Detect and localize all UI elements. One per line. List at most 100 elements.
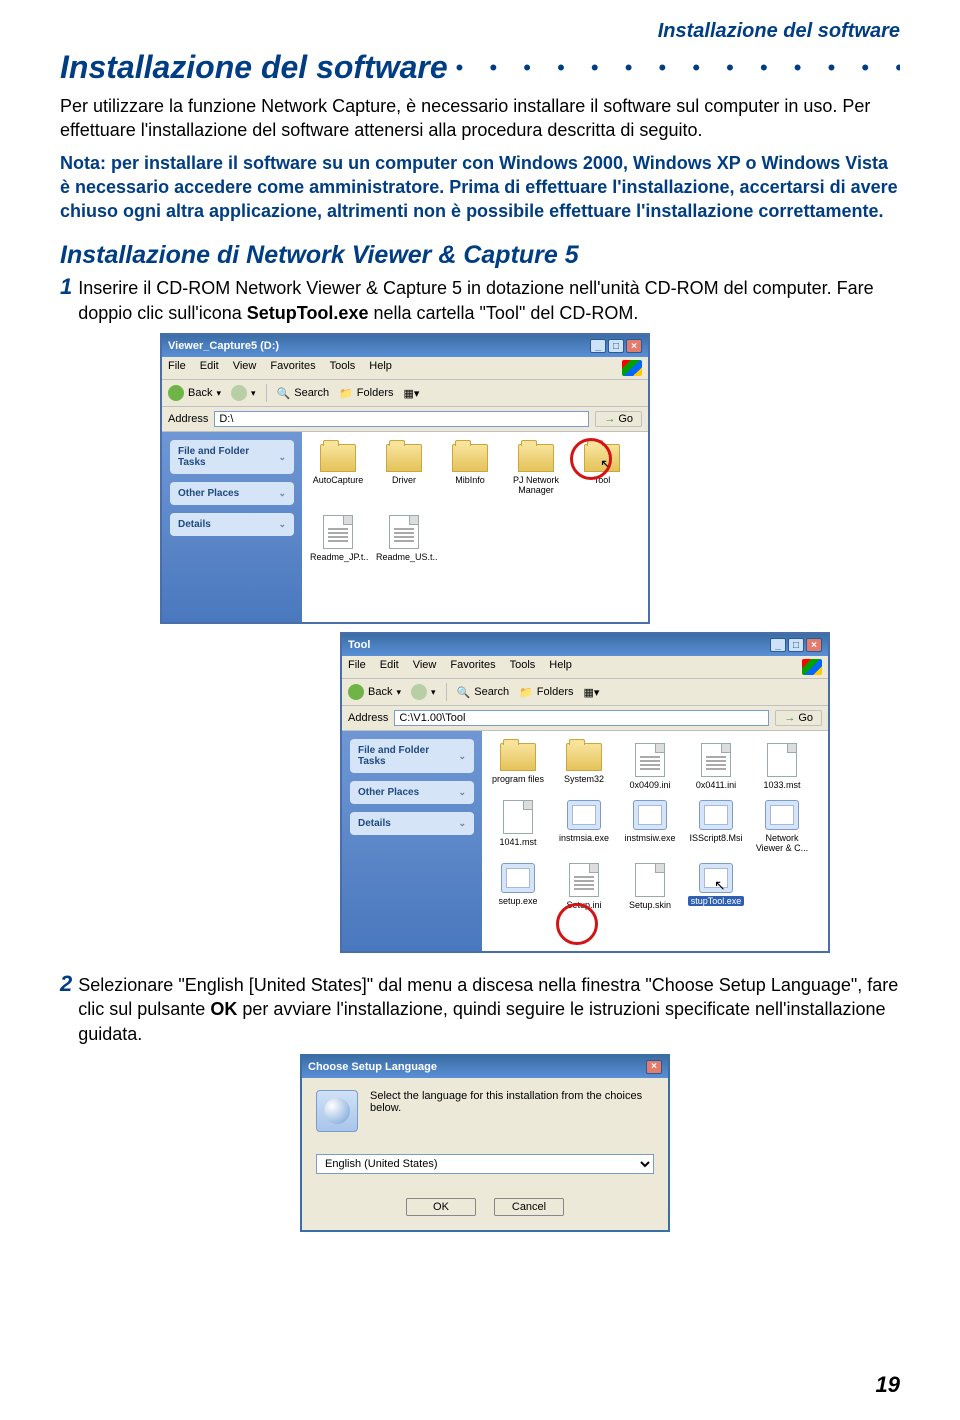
go-button[interactable]: →Go — [775, 710, 822, 726]
mst-file-item[interactable]: 1041.mst — [490, 800, 546, 847]
globe-icon — [316, 1090, 358, 1132]
forward-arrow-icon — [411, 684, 427, 700]
folder-item[interactable]: Driver — [376, 444, 432, 485]
back-button[interactable]: Back▾ — [348, 684, 401, 700]
dialog-text: Select the language for this installatio… — [370, 1090, 654, 1132]
document-icon — [389, 515, 419, 549]
step-1-filename: SetupTool.exe — [247, 303, 369, 323]
cancel-button[interactable]: Cancel — [494, 1198, 564, 1216]
file-list[interactable]: program files System32 0x0409.ini 0x0411… — [482, 731, 828, 951]
ini-file-item[interactable]: 0x0409.ini — [622, 743, 678, 790]
document-icon — [701, 743, 731, 777]
dialog-titlebar[interactable]: Choose Setup Language × — [302, 1056, 668, 1078]
step-2: 2 Selezionare "English [United States]" … — [60, 973, 900, 1046]
folders-button[interactable]: 📁 Folders — [519, 686, 573, 699]
search-button[interactable]: 🔍 Search — [277, 387, 330, 400]
cursor-icon: ↖ — [714, 877, 726, 894]
side-file-tasks[interactable]: File and Folder Tasks⌄ — [170, 440, 294, 474]
menu-view[interactable]: View — [413, 659, 437, 675]
ini-file-item[interactable]: 0x0411.ini — [688, 743, 744, 790]
menu-tools[interactable]: Tools — [330, 360, 356, 376]
dialog-title: Choose Setup Language — [308, 1061, 437, 1073]
page-header-right: Installazione del software — [60, 20, 900, 43]
setuptool-exe-item[interactable]: stupTool.exe↖ — [688, 863, 744, 906]
forward-button[interactable]: ▾ — [411, 684, 436, 700]
menu-favorites[interactable]: Favorites — [450, 659, 495, 675]
address-input[interactable] — [394, 710, 769, 726]
exe-file-item[interactable]: instmsiw.exe — [622, 800, 678, 843]
side-file-tasks[interactable]: File and Folder Tasks⌄ — [350, 739, 474, 773]
side-other-places[interactable]: Other Places⌄ — [170, 482, 294, 505]
folder-icon — [320, 444, 356, 472]
side-details[interactable]: Details⌄ — [350, 812, 474, 835]
folder-item[interactable]: program files — [490, 743, 546, 784]
close-button[interactable]: × — [806, 638, 822, 652]
mst-file-item[interactable]: 1033.mst — [754, 743, 810, 790]
address-label: Address — [168, 413, 208, 425]
toolbar: Back▾ ▾ 🔍 Search 📁 Folders ▦▾ — [162, 380, 648, 407]
side-other-places[interactable]: Other Places⌄ — [350, 781, 474, 804]
skin-file-item[interactable]: Setup.skin — [622, 863, 678, 910]
titlebar[interactable]: Tool _ □ × — [342, 634, 828, 656]
menu-bar[interactable]: File Edit View Favorites Tools Help — [342, 656, 828, 679]
back-arrow-icon — [168, 385, 184, 401]
folder-item[interactable]: AutoCapture — [310, 444, 366, 485]
exe-file-item[interactable]: instmsia.exe — [556, 800, 612, 843]
menu-edit[interactable]: Edit — [380, 659, 399, 675]
file-list[interactable]: AutoCapture Driver MibInfo PJ Network Ma… — [302, 432, 648, 622]
text-file-item[interactable]: Readme_US.t.. — [376, 515, 432, 562]
folder-item[interactable]: PJ Network Manager — [508, 444, 564, 495]
msi-file-item[interactable]: ISScript8.Msi — [688, 800, 744, 843]
menu-file[interactable]: File — [348, 659, 366, 675]
step-2-ok: OK — [210, 999, 237, 1019]
menu-tools[interactable]: Tools — [510, 659, 536, 675]
address-label: Address — [348, 712, 388, 724]
menu-file[interactable]: File — [168, 360, 186, 376]
minimize-button[interactable]: _ — [770, 638, 786, 652]
toolbar: Back▾ ▾ 🔍 Search 📁 Folders ▦▾ — [342, 679, 828, 706]
folder-item-tool[interactable]: Tool↖ — [574, 444, 630, 485]
ok-button[interactable]: OK — [406, 1198, 476, 1216]
exe-file-item[interactable]: setup.exe — [490, 863, 546, 906]
maximize-button[interactable]: □ — [608, 339, 624, 353]
folder-icon — [566, 743, 602, 771]
menu-help[interactable]: Help — [369, 360, 392, 376]
step-1: 1 Inserire il CD-ROM Network Viewer & Ca… — [60, 276, 900, 325]
windows-logo-icon — [622, 360, 642, 376]
document-icon — [767, 743, 797, 777]
folder-item[interactable]: System32 — [556, 743, 612, 784]
toolbar-separator — [446, 683, 447, 701]
folder-icon — [500, 743, 536, 771]
back-button[interactable]: Back▾ — [168, 385, 221, 401]
minimize-button[interactable]: _ — [590, 339, 606, 353]
close-button[interactable]: × — [646, 1060, 662, 1074]
maximize-button[interactable]: □ — [788, 638, 804, 652]
msi-file-item[interactable]: Network Viewer & C... — [754, 800, 810, 853]
menu-view[interactable]: View — [233, 360, 257, 376]
views-button[interactable]: ▦▾ — [583, 686, 599, 699]
folders-button[interactable]: 📁 Folders — [339, 387, 393, 400]
menu-edit[interactable]: Edit — [200, 360, 219, 376]
go-button[interactable]: →Go — [595, 411, 642, 427]
document-icon — [635, 863, 665, 897]
text-file-item[interactable]: Readme_JP.t.. — [310, 515, 366, 562]
folder-icon — [452, 444, 488, 472]
menu-help[interactable]: Help — [549, 659, 572, 675]
side-details[interactable]: Details⌄ — [170, 513, 294, 536]
sidebar: File and Folder Tasks⌄ Other Places⌄ Det… — [162, 432, 302, 622]
page-number: 19 — [876, 1372, 900, 1398]
folder-item[interactable]: MibInfo — [442, 444, 498, 485]
address-input[interactable] — [214, 411, 589, 427]
views-button[interactable]: ▦▾ — [403, 387, 419, 400]
titlebar[interactable]: Viewer_Capture5 (D:) _ □ × — [162, 335, 648, 357]
document-icon — [503, 800, 533, 834]
menu-favorites[interactable]: Favorites — [270, 360, 315, 376]
menu-bar[interactable]: File Edit View Favorites Tools Help — [162, 357, 648, 380]
language-select[interactable]: English (United States) — [316, 1154, 654, 1174]
close-button[interactable]: × — [626, 339, 642, 353]
forward-button[interactable]: ▾ — [231, 385, 256, 401]
title-dots: • • • • • • • • • • • • • • • • • • • • … — [456, 61, 900, 74]
search-button[interactable]: 🔍 Search — [457, 686, 510, 699]
explorer-window-1: Viewer_Capture5 (D:) _ □ × File Edit Vie… — [160, 333, 900, 624]
ini-file-item[interactable]: Setup.ini — [556, 863, 612, 910]
